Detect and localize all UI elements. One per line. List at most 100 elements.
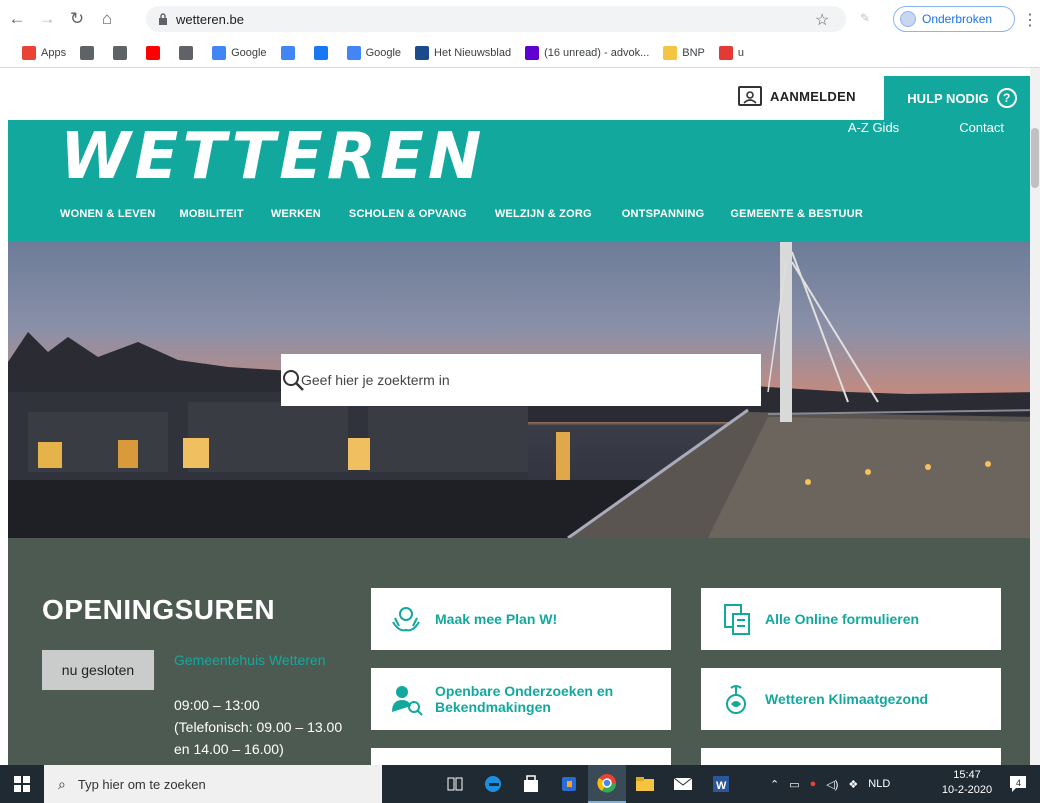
yahoo-icon: [525, 45, 540, 60]
clock-date: 10-2-2020: [941, 784, 993, 796]
facebook-icon: [313, 45, 328, 60]
address-bar[interactable]: wetteren.be: [146, 6, 846, 32]
file-explorer-icon[interactable]: [626, 765, 664, 803]
windows-taskbar: ⌕ Typ hier om te zoeken W ⌃ ▭ ● ◁) ❖ NLD…: [0, 765, 1040, 803]
bookmark-item[interactable]: Apps: [22, 45, 67, 60]
clock-time: 15:47: [953, 769, 981, 781]
chrome-icon[interactable]: [588, 765, 626, 803]
reload-icon[interactable]: ↻: [64, 6, 90, 32]
edge-icon[interactable]: [474, 765, 512, 803]
bookmark-label: BNP: [682, 46, 705, 59]
globe-icon: [80, 45, 95, 60]
nav-welzijn[interactable]: WELZIJN & ZORG: [495, 208, 592, 220]
tray-app-icon[interactable]: ●: [810, 778, 817, 790]
language-indicator[interactable]: NLD: [868, 778, 890, 790]
bookmark-item[interactable]: [179, 45, 198, 60]
folder-icon: [663, 45, 678, 60]
nav-ontspanning[interactable]: ONTSPANNING: [622, 208, 705, 220]
hands-icon: [389, 602, 423, 636]
nav-werken[interactable]: WERKEN: [271, 208, 321, 220]
volume-icon[interactable]: ◁): [826, 778, 838, 791]
site-logo[interactable]: WETTEREN: [60, 120, 485, 194]
taskbar-apps: W: [436, 765, 740, 803]
hero-banner: [8, 242, 1040, 538]
opening-hours-title: OPENINGSUREN: [42, 594, 276, 625]
bookmarks-bar: Apps Google Google Het Nieuwsblad (16 unread…: [0, 38, 1040, 68]
card-label: Alle Online formulieren: [765, 611, 920, 627]
nav-scholen[interactable]: SCHOLEN & OPVANG: [349, 208, 467, 220]
util-link-contact[interactable]: Contact: [959, 120, 1004, 135]
profile-avatar: [900, 11, 916, 27]
taskbar-search[interactable]: ⌕ Typ hier om te zoeken: [44, 765, 382, 803]
forms-icon: [719, 602, 753, 636]
bookmark-item[interactable]: Het Nieuwsblad: [415, 45, 512, 60]
bookmark-star-icon[interactable]: ☆: [815, 10, 829, 30]
card-online-forms[interactable]: Alle Online formulieren: [701, 588, 1001, 650]
app-icon[interactable]: [550, 765, 588, 803]
card-onderzoeken[interactable]: Openbare Onderzoeken en Bekendmakingen: [371, 668, 671, 730]
windows-icon: [14, 776, 30, 792]
bookmark-item[interactable]: [80, 45, 99, 60]
card-partial-left[interactable]: [371, 748, 671, 765]
hours-location[interactable]: Gemeentehuis Wetteren: [174, 650, 344, 670]
bookmark-item[interactable]: Google: [212, 45, 267, 60]
task-view-icon[interactable]: [436, 765, 474, 803]
word-icon[interactable]: W: [702, 765, 740, 803]
home-icon[interactable]: ⌂: [94, 6, 120, 32]
bookmark-item[interactable]: Google: [346, 45, 402, 60]
bookmark-item[interactable]: [280, 45, 300, 60]
scrollbar-thumb[interactable]: [1031, 128, 1039, 188]
bookmark-label: Het Nieuwsblad: [434, 46, 512, 59]
nav-wonen[interactable]: WONEN & LEVEN: [60, 208, 156, 220]
back-icon[interactable]: ←: [4, 6, 30, 32]
hours-times: 09:00 – 13:00 (Telefonisch: 09.00 – 13.0…: [174, 694, 354, 760]
store-icon[interactable]: [512, 765, 550, 803]
tray-chevron-icon[interactable]: ⌃: [770, 778, 779, 791]
card-klimaat[interactable]: Wetteren Klimaatgezond: [701, 668, 1001, 730]
card-plan-w[interactable]: Maak mee Plan W!: [371, 588, 671, 650]
globe-icon: [179, 45, 194, 60]
bookmark-item[interactable]: BNP: [663, 45, 705, 60]
search-icon[interactable]: [281, 368, 305, 392]
s-icon: [718, 45, 733, 60]
card-label: Maak mee Plan W!: [435, 611, 558, 627]
notification-icon[interactable]: 4: [1008, 774, 1028, 794]
bookmark-label: (16 unread) - advok...: [544, 46, 650, 59]
tray-network-icon[interactable]: ▭: [789, 778, 799, 791]
menu-icon[interactable]: ⋮: [1022, 10, 1038, 30]
help-button[interactable]: HULP NODIG ?: [884, 76, 1040, 120]
taskbar-clock[interactable]: 15:47 10-2-2020: [940, 768, 994, 798]
site-search: [281, 354, 761, 406]
bookmark-item[interactable]: (16 unread) - advok...: [525, 45, 650, 60]
help-label: HULP NODIG: [907, 90, 989, 106]
profile-button[interactable]: Onderbroken: [893, 6, 1015, 32]
dropbox-icon[interactable]: ❖: [848, 778, 858, 791]
youtube-icon: [146, 45, 161, 60]
start-button[interactable]: [0, 765, 44, 803]
util-link-az[interactable]: A-Z Gids: [848, 120, 899, 135]
page-scrollbar[interactable]: [1030, 68, 1040, 765]
bookmark-item[interactable]: u: [718, 45, 744, 60]
login-label: AANMELDEN: [770, 88, 856, 104]
card-partial-right[interactable]: [701, 748, 1001, 765]
bookmark-item[interactable]: [146, 45, 165, 60]
google-icon: [346, 45, 361, 60]
bookmark-item[interactable]: [113, 45, 132, 60]
nieuwsblad-icon: [415, 45, 430, 60]
site-search-input[interactable]: [301, 372, 701, 388]
bookmark-label: Google: [365, 46, 402, 59]
extension-icon[interactable]: ✎: [860, 11, 874, 25]
bookmark-label: Apps: [41, 46, 67, 59]
nav-gemeente[interactable]: GEMEENTE & BESTUUR: [730, 208, 863, 220]
bookmark-item[interactable]: [313, 45, 333, 60]
svg-text:W: W: [716, 780, 727, 792]
site-header: WETTEREN A-Z Gids Contact WONEN & LEVEN …: [8, 120, 1040, 242]
url-text: wetteren.be: [176, 11, 244, 27]
nav-mobiliteit[interactable]: MOBILITEIT: [180, 208, 244, 220]
profile-label: Onderbroken: [922, 12, 993, 26]
apps-grid-icon: [22, 45, 36, 60]
mail-icon[interactable]: [664, 765, 702, 803]
lock-icon: [159, 13, 167, 25]
forward-icon[interactable]: →: [34, 6, 60, 32]
login-button[interactable]: AANMELDEN: [738, 86, 856, 106]
